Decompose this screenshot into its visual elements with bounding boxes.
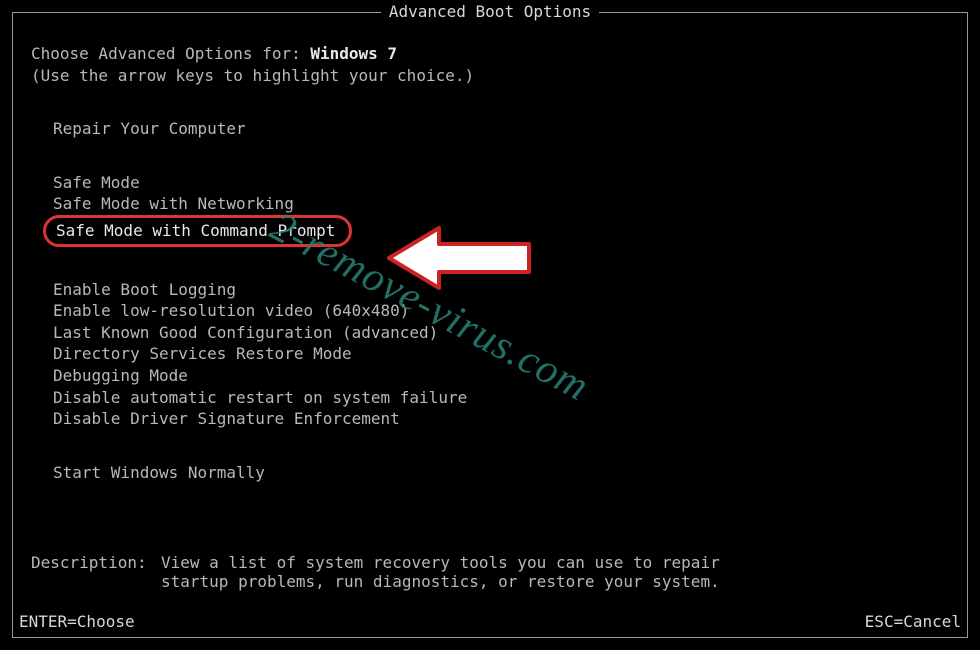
page-title: Advanced Boot Options xyxy=(381,2,599,21)
option-label: Disable Driver Signature Enforcement xyxy=(53,409,400,428)
boot-screen: Advanced Boot Options Choose Advanced Op… xyxy=(0,0,980,650)
option-group-other: Enable Boot Logging Enable low-resolutio… xyxy=(53,279,951,430)
option-label: Debugging Mode xyxy=(53,366,188,385)
option-debugging-mode[interactable]: Debugging Mode xyxy=(53,365,951,387)
option-safe-mode-networking[interactable]: Safe Mode with Networking xyxy=(53,193,951,215)
option-label: Safe Mode with Networking xyxy=(53,194,294,213)
footer-esc: ESC=Cancel xyxy=(865,612,961,631)
screen-frame: Advanced Boot Options Choose Advanced Op… xyxy=(12,12,968,638)
footer-enter: ENTER=Choose xyxy=(19,612,135,631)
description-text: View a list of system recovery tools you… xyxy=(161,553,721,591)
option-label: Enable Boot Logging xyxy=(53,280,236,299)
description-block: Description: View a list of system recov… xyxy=(31,553,721,591)
os-name: Windows 7 xyxy=(310,44,397,63)
option-enable-boot-logging[interactable]: Enable Boot Logging xyxy=(53,279,951,301)
intro-hint: (Use the arrow keys to highlight your ch… xyxy=(31,65,951,87)
option-label: Enable low-resolution video (640x480) xyxy=(53,301,409,320)
main-content: Choose Advanced Options for: Windows 7 (… xyxy=(13,13,967,483)
intro-prefix: Choose Advanced Options for: xyxy=(31,44,310,63)
option-last-known-good[interactable]: Last Known Good Configuration (advanced) xyxy=(53,322,951,344)
option-label: Last Known Good Configuration (advanced) xyxy=(53,323,438,342)
option-label: Repair Your Computer xyxy=(53,119,246,138)
option-repair-your-computer[interactable]: Repair Your Computer xyxy=(53,118,951,140)
option-safe-mode-command-prompt[interactable]: Safe Mode with Command Prompt xyxy=(43,215,352,247)
option-disable-auto-restart[interactable]: Disable automatic restart on system fail… xyxy=(53,387,951,409)
footer-bar: ENTER=Choose ESC=Cancel xyxy=(13,612,967,631)
option-low-res-video[interactable]: Enable low-resolution video (640x480) xyxy=(53,300,951,322)
option-safe-mode[interactable]: Safe Mode xyxy=(53,172,951,194)
option-group-repair: Repair Your Computer xyxy=(53,118,951,140)
option-group-safemode: Safe Mode Safe Mode with Networking Safe… xyxy=(53,172,951,247)
option-start-windows-normally[interactable]: Start Windows Normally xyxy=(53,462,951,484)
intro-line: Choose Advanced Options for: Windows 7 xyxy=(31,43,951,65)
description-label: Description: xyxy=(31,553,161,591)
option-label: Safe Mode xyxy=(53,173,140,192)
option-label: Directory Services Restore Mode xyxy=(53,344,352,363)
option-group-normal: Start Windows Normally xyxy=(53,462,951,484)
option-label: Safe Mode with Command Prompt xyxy=(56,221,335,240)
option-label: Start Windows Normally xyxy=(53,463,265,482)
title-container: Advanced Boot Options xyxy=(13,2,967,21)
option-label: Disable automatic restart on system fail… xyxy=(53,388,467,407)
option-directory-services-restore[interactable]: Directory Services Restore Mode xyxy=(53,343,951,365)
option-disable-driver-sig[interactable]: Disable Driver Signature Enforcement xyxy=(53,408,951,430)
